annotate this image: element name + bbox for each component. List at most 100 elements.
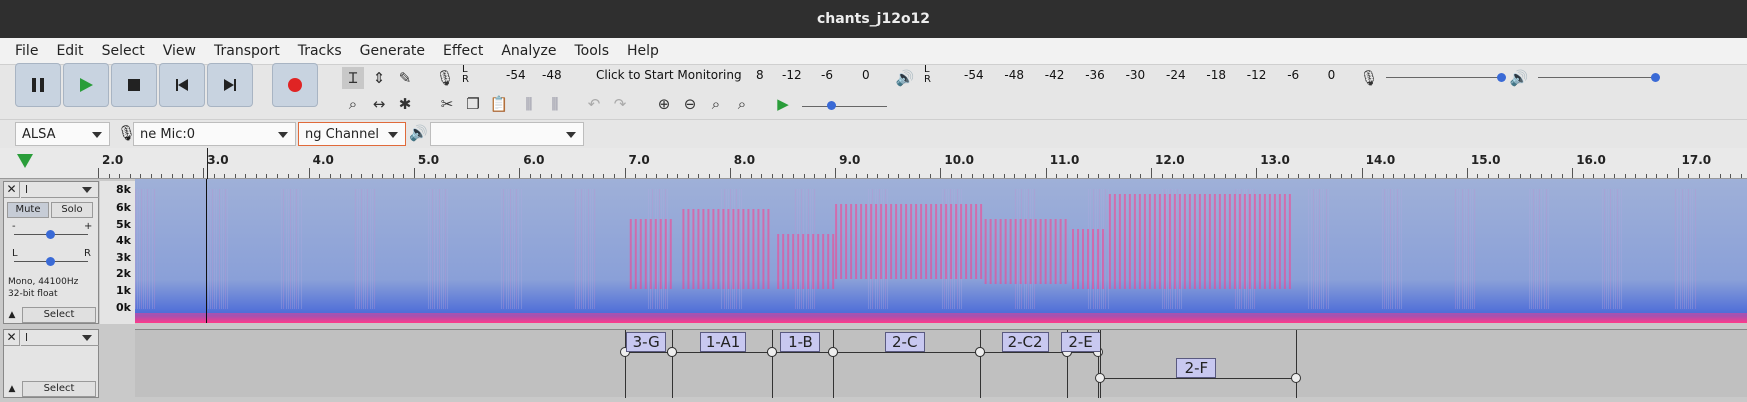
spectrogram[interactable]	[135, 179, 1747, 323]
ruler-minor-tick	[645, 174, 647, 178]
label-start-handle[interactable]	[666, 347, 677, 357]
trim-button[interactable]: ⫼	[518, 93, 540, 115]
pin-playhead-icon[interactable]	[17, 154, 33, 168]
menu-tracks[interactable]: Tracks	[289, 43, 351, 59]
ruler-tick-label: 14.0	[1365, 153, 1396, 167]
playback-meter[interactable]: -54 -48 -42 -36 -30 -24 -18 -12 -6 0	[936, 68, 1336, 86]
ruler-minor-tick	[1161, 174, 1163, 178]
label-text-box[interactable]: 3-G	[626, 332, 667, 352]
label-text-box[interactable]: 2-C2	[1001, 332, 1049, 352]
label-start-handle[interactable]	[975, 347, 986, 357]
ruler-minor-tick	[1561, 174, 1563, 178]
close-track-button[interactable]: ✕	[4, 182, 20, 198]
play-speed-slider[interactable]	[802, 106, 887, 107]
pan-slider-thumb[interactable]	[46, 257, 55, 266]
label-track[interactable]: 3-G 1-A1 1-B 2-C 2-C2 2-E 2-F	[135, 329, 1747, 398]
select-track-button[interactable]: Select	[22, 307, 96, 323]
menu-analyze[interactable]: Analyze	[492, 43, 565, 59]
playback-volume-thumb[interactable]	[1651, 73, 1660, 82]
label-text-box[interactable]: 1-A1	[699, 332, 747, 352]
timeshift-tool[interactable]: ↔	[368, 93, 390, 115]
menu-edit[interactable]: Edit	[47, 43, 92, 59]
draw-tool[interactable]: ✎	[394, 67, 416, 89]
pause-button[interactable]	[15, 63, 61, 107]
recording-volume-slider[interactable]	[1386, 77, 1504, 78]
zoom-tool[interactable]: ⌕	[342, 93, 364, 115]
menu-transport[interactable]: Transport	[205, 43, 289, 59]
mute-button[interactable]: Mute	[7, 202, 49, 218]
menu-view[interactable]: View	[154, 43, 205, 59]
envelope-tool[interactable]: ⇕	[368, 67, 390, 89]
label-track-name-menu[interactable]: l	[21, 330, 99, 346]
copy-button[interactable]: ❐	[462, 93, 484, 115]
play-at-speed-button[interactable]: ▶	[772, 93, 794, 115]
call-energy	[1288, 194, 1291, 289]
track-name-menu[interactable]: l	[21, 182, 99, 198]
collapse-label-track-button[interactable]: ▲	[4, 381, 20, 397]
silence-button[interactable]: ⫼	[544, 93, 566, 115]
ruler-minor-tick	[1445, 174, 1447, 178]
label-text-box[interactable]: 2-F	[1176, 358, 1217, 378]
ruler-minor-tick	[224, 174, 226, 178]
select-label-track-button[interactable]: Select	[22, 381, 96, 397]
fit-project-button[interactable]: ⌕	[731, 93, 753, 115]
noise-stripe	[361, 189, 362, 309]
skip-to-start-button[interactable]	[159, 63, 205, 107]
record-meter[interactable]: -54 -48 Click to Start Monitoring 8 -12 …	[476, 68, 876, 86]
label-text-box[interactable]: 2-C	[884, 332, 925, 352]
selection-tool[interactable]: Ɪ	[342, 67, 364, 89]
magnifier-icon: ⌕	[348, 95, 358, 113]
call-energy	[1118, 194, 1121, 289]
menu-effect[interactable]: Effect	[434, 43, 492, 59]
close-label-track-button[interactable]: ✕	[4, 330, 20, 346]
record-button[interactable]	[272, 63, 318, 107]
ruler-minor-tick	[319, 174, 321, 178]
label-text-box[interactable]: 1-B	[780, 332, 821, 352]
audio-host-select[interactable]: ALSA	[15, 122, 110, 146]
stop-button[interactable]	[111, 63, 157, 107]
frequency-label: 0k	[116, 301, 131, 314]
noise-stripe	[501, 189, 502, 309]
playback-device-select[interactable]	[430, 122, 584, 146]
menu-tools[interactable]: Tools	[566, 43, 619, 59]
menu-select[interactable]: Select	[93, 43, 154, 59]
label-end-handle[interactable]	[1291, 373, 1302, 383]
microphone-icon: 🎙	[1359, 69, 1379, 87]
play-speed-thumb[interactable]	[827, 101, 836, 110]
noise-stripe	[648, 189, 649, 309]
label-start-handle[interactable]	[766, 347, 777, 357]
collapse-track-button[interactable]: ▲	[4, 307, 20, 323]
play-button[interactable]	[63, 63, 109, 107]
menu-file[interactable]: File	[6, 43, 47, 59]
menu-help[interactable]: Help	[618, 43, 668, 59]
label-start-handle[interactable]	[1095, 373, 1106, 383]
ruler-minor-tick	[150, 174, 152, 178]
skip-to-end-button[interactable]	[207, 63, 253, 107]
paste-button[interactable]: 📋	[488, 93, 510, 115]
zoom-in-button[interactable]: ⊕	[653, 93, 675, 115]
recording-channels-select[interactable]: ng Channel	[298, 122, 406, 146]
playback-volume-slider[interactable]	[1538, 77, 1658, 78]
gain-slider-thumb[interactable]	[46, 230, 55, 239]
label-start-handle[interactable]	[827, 347, 838, 357]
playback-meter-button[interactable]: 🔊	[894, 67, 916, 89]
fit-selection-button[interactable]: ⌕	[705, 93, 727, 115]
record-meter-button[interactable]: 🎙	[434, 67, 456, 89]
solo-button[interactable]: Solo	[51, 202, 93, 218]
undo-button[interactable]: ↶	[583, 93, 605, 115]
label-text-box[interactable]: 2-E	[1060, 332, 1101, 352]
cut-button[interactable]: ✂	[436, 93, 458, 115]
noise-stripe	[1474, 189, 1475, 309]
recording-device-select[interactable]: ne Mic:0	[133, 122, 296, 146]
noise-stripe	[1321, 189, 1322, 309]
noise-stripe	[1613, 189, 1614, 309]
timeline-ruler[interactable]: 2.0 3.0 4.0 5.0 6.0 7.0 8.0 9.0 10.0 11.0 12.0 13.0…	[0, 148, 1747, 179]
redo-button[interactable]: ↷	[609, 93, 631, 115]
menu-generate[interactable]: Generate	[351, 43, 434, 59]
zoom-out-button[interactable]: ⊖	[679, 93, 701, 115]
noise-stripe	[439, 189, 440, 309]
ruler-tick	[1256, 168, 1258, 178]
recording-volume-thumb[interactable]	[1497, 73, 1506, 82]
click-to-start-monitoring[interactable]: Click to Start Monitoring	[594, 68, 744, 82]
multi-tool[interactable]: ✱	[394, 93, 416, 115]
